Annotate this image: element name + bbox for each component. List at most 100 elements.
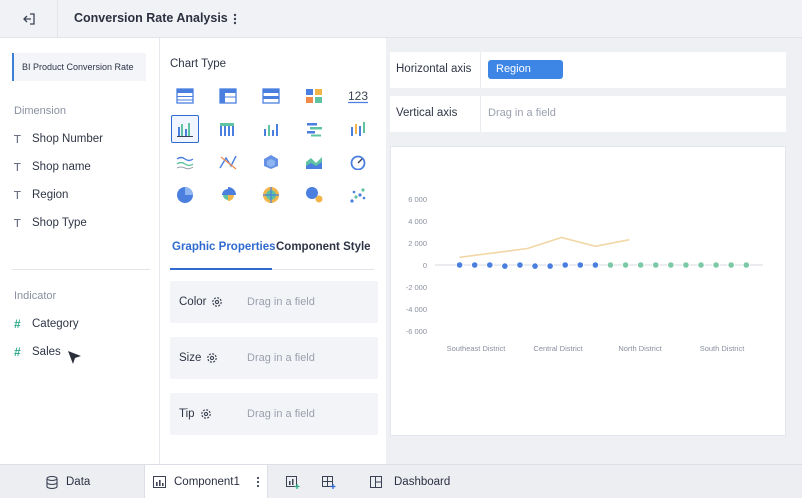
axis-separator bbox=[480, 52, 481, 88]
chart-type-polygon[interactable] bbox=[257, 148, 285, 176]
chart-type-radar[interactable] bbox=[257, 181, 285, 209]
property-size-label[interactable]: Size bbox=[179, 352, 201, 364]
exit-button[interactable] bbox=[0, 0, 58, 38]
data-point bbox=[470, 261, 479, 269]
chart-type-grouped-bar[interactable] bbox=[171, 115, 199, 143]
data-point bbox=[606, 261, 615, 269]
text-type-icon: T bbox=[14, 160, 21, 174]
dashboard-tab[interactable]: Dashboard bbox=[370, 465, 450, 498]
color-block-icon bbox=[306, 89, 322, 103]
color-drop-zone[interactable]: Drag in a field bbox=[247, 296, 315, 308]
gear-icon[interactable] bbox=[199, 407, 213, 421]
dimension-field-shop-number[interactable]: T Shop Number bbox=[14, 130, 103, 148]
line-series bbox=[459, 236, 630, 259]
data-point bbox=[561, 261, 570, 269]
data-point bbox=[697, 261, 705, 269]
horizontal-axis-row: Horizontal axis Region bbox=[390, 52, 786, 88]
rose-pie-icon bbox=[222, 187, 236, 201]
chart-type-bubble[interactable] bbox=[300, 181, 328, 209]
data-point bbox=[682, 261, 690, 269]
property-color-label[interactable]: Color bbox=[179, 296, 206, 308]
svg-text:123: 123 bbox=[348, 89, 368, 103]
chart-config-panel: Chart Type 123 Graphic Properties Compon… bbox=[160, 38, 386, 464]
chart-type-multi-series-bar[interactable] bbox=[214, 115, 242, 143]
dashboard-tab-label: Dashboard bbox=[394, 476, 451, 488]
top-header: Conversion Rate Analysis bbox=[0, 0, 802, 38]
size-drop-zone[interactable]: Drag in a field bbox=[247, 352, 315, 364]
chart-type-range-bar[interactable] bbox=[344, 115, 372, 143]
axis-separator bbox=[480, 96, 481, 132]
text-type-icon: T bbox=[14, 216, 21, 230]
indicator-field-sales[interactable]: # Sales bbox=[14, 343, 61, 361]
chart-type-gauge[interactable] bbox=[344, 148, 372, 176]
region-field-pill[interactable]: Region bbox=[488, 60, 563, 79]
indicator-field-category[interactable]: # Category bbox=[14, 315, 79, 333]
component1-tab-label: Component1 bbox=[174, 476, 240, 488]
text-type-icon: T bbox=[14, 188, 21, 202]
chart-type-dot-scatter[interactable] bbox=[344, 181, 372, 209]
chart-type-wave-line[interactable] bbox=[171, 148, 199, 176]
chart-type-rose-pie[interactable] bbox=[214, 181, 242, 209]
chart-type-detail-table[interactable] bbox=[257, 82, 285, 110]
dimension-field-region[interactable]: T Region bbox=[14, 186, 68, 204]
vertical-axis-drop-zone[interactable]: Drag in a field bbox=[488, 107, 556, 119]
chart-type-column[interactable] bbox=[257, 115, 285, 143]
add-component-button[interactable] bbox=[286, 465, 308, 498]
chart-type-stacked-bar[interactable] bbox=[300, 115, 328, 143]
dashboard-icon bbox=[370, 476, 382, 488]
y-tick-label: -6 000 bbox=[406, 327, 427, 336]
text-type-icon: T bbox=[14, 132, 21, 146]
tip-drop-zone[interactable]: Drag in a field bbox=[247, 408, 315, 420]
panel-divider bbox=[12, 269, 150, 270]
more-options-button[interactable] bbox=[228, 10, 242, 28]
chart-type-label: Chart Type bbox=[170, 58, 227, 70]
y-tick-label: 6 000 bbox=[408, 195, 427, 204]
dimension-field-shop-type[interactable]: T Shop Type bbox=[14, 214, 87, 232]
property-row-color: Color Drag in a field bbox=[170, 281, 378, 323]
bubble-icon bbox=[306, 187, 323, 203]
vertical-axis-label: Vertical axis bbox=[396, 107, 458, 119]
add-dashboard-icon bbox=[322, 475, 336, 489]
gear-icon[interactable] bbox=[210, 295, 224, 309]
data-tab[interactable]: Data bbox=[46, 465, 90, 498]
data-point bbox=[742, 261, 751, 269]
x-tick-label: North District bbox=[618, 344, 662, 353]
chart-preview: 6 000 4 000 2 000 0 -2 000 -4 000 -6 000 Southe… bbox=[390, 146, 786, 436]
chart-type-cross-table[interactable] bbox=[214, 82, 242, 110]
add-dashboard-button[interactable] bbox=[322, 465, 344, 498]
chart-type-kpi-number[interactable]: 123 bbox=[344, 82, 372, 110]
mouse-cursor-icon bbox=[68, 351, 81, 364]
tab-graphic-properties[interactable]: Graphic Properties bbox=[172, 241, 276, 253]
column-icon bbox=[264, 124, 278, 136]
dataset-item[interactable]: BI Product Conversion Rate bbox=[12, 53, 146, 81]
chart-type-pie[interactable] bbox=[171, 181, 199, 209]
chart-type-scatter-line[interactable] bbox=[214, 148, 242, 176]
data-panel: BI Product Conversion Rate Dimension T S… bbox=[0, 38, 160, 464]
kebab-icon[interactable] bbox=[256, 476, 260, 488]
component1-tab[interactable]: Component1 bbox=[144, 465, 268, 498]
data-point bbox=[531, 262, 539, 270]
chart-type-table[interactable] bbox=[171, 82, 199, 110]
tab-component-style[interactable]: Component Style bbox=[276, 241, 371, 253]
scatter-line-icon bbox=[219, 155, 237, 170]
y-tick-label: 2 000 bbox=[408, 239, 427, 248]
exit-icon bbox=[22, 13, 35, 25]
y-tick-label: -2 000 bbox=[406, 283, 427, 292]
stacked-bar-icon bbox=[307, 123, 322, 137]
gear-icon[interactable] bbox=[205, 351, 219, 365]
property-row-tip: Tip Drag in a field bbox=[170, 393, 378, 435]
dimension-field-shop-name[interactable]: T Shop name bbox=[14, 158, 91, 176]
page-title: Conversion Rate Analysis bbox=[74, 11, 228, 25]
grouped-bar-icon bbox=[177, 123, 193, 137]
field-label: Region bbox=[32, 189, 69, 201]
y-tick-label: -4 000 bbox=[406, 305, 427, 314]
active-tab-indicator bbox=[170, 268, 272, 270]
gauge-icon bbox=[350, 155, 366, 170]
data-point bbox=[651, 261, 660, 269]
add-chart-icon bbox=[286, 475, 300, 489]
chart-type-area[interactable] bbox=[300, 148, 328, 176]
x-tick-label: Southeast District bbox=[447, 344, 507, 353]
data-point bbox=[546, 262, 554, 270]
property-tip-label[interactable]: Tip bbox=[179, 408, 195, 420]
chart-type-color-block[interactable] bbox=[300, 82, 328, 110]
